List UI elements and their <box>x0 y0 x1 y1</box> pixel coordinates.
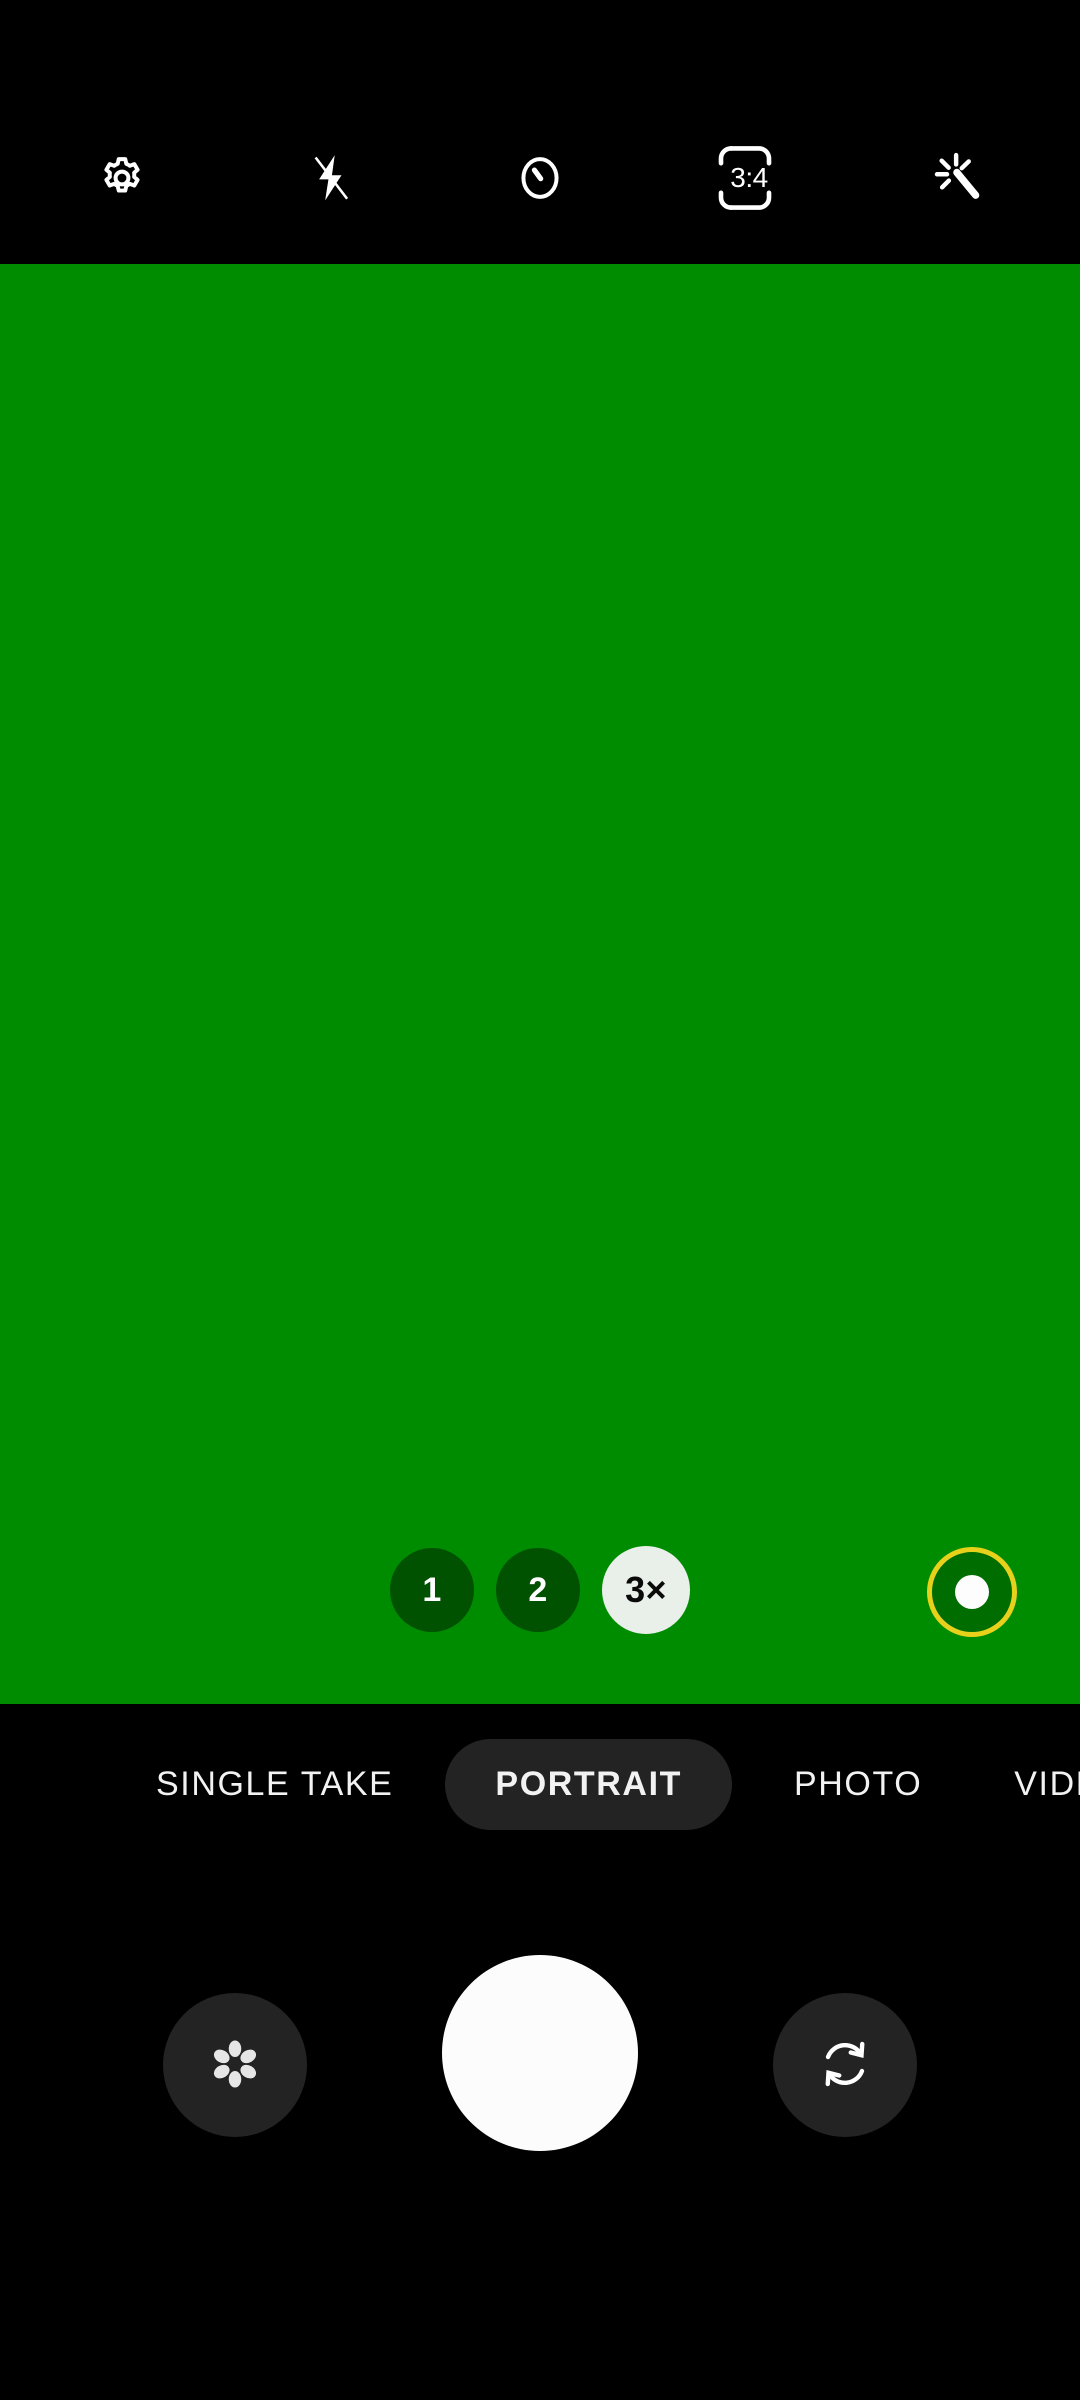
tab-photo[interactable]: PHOTO <box>760 1739 956 1830</box>
camera-mode-tabs: SINGLE TAKE PORTRAIT PHOTO VIDEO <box>0 1704 1080 1864</box>
zoom-chip-label: 2 <box>528 1570 548 1609</box>
timer-button[interactable] <box>492 130 588 226</box>
aspect-ratio-value: 3:4 <box>730 162 768 193</box>
tab-single-take[interactable]: SINGLE TAKE <box>122 1739 427 1830</box>
timer-icon <box>512 150 568 206</box>
settings-button[interactable] <box>74 130 170 226</box>
tab-label: PHOTO <box>794 1764 923 1803</box>
top-toolbar: 3:4 <box>0 0 1080 264</box>
magic-wand-icon <box>930 150 986 206</box>
tab-label: SINGLE TAKE <box>156 1764 394 1803</box>
zoom-chip-label: 1 <box>422 1570 442 1609</box>
aspect-ratio-icon: 3:4 <box>717 142 781 214</box>
flash-off-icon <box>303 150 359 206</box>
camera-flip-button[interactable] <box>773 1993 917 2137</box>
zoom-chip-3x[interactable]: 3× <box>602 1546 690 1634</box>
gallery-button[interactable] <box>163 1993 307 2137</box>
tab-video[interactable]: VIDEO <box>980 1739 1080 1830</box>
zoom-chip-2x[interactable]: 2 <box>496 1548 580 1632</box>
tab-portrait[interactable]: PORTRAIT <box>445 1738 732 1830</box>
tab-label: PORTRAIT <box>495 1764 682 1803</box>
shutter-button[interactable] <box>442 1955 638 2151</box>
camera-flip-icon <box>815 2034 875 2097</box>
bottom-control-bar <box>0 1900 1080 2230</box>
tab-label: VIDEO <box>1014 1764 1080 1803</box>
zoom-chip-1x[interactable]: 1 <box>390 1548 474 1632</box>
camera-viewfinder[interactable]: 1 2 3× <box>0 264 1080 1704</box>
zoom-level-selector: 1 2 3× <box>0 1546 1080 1634</box>
settings-gear-icon <box>94 150 150 206</box>
flower-gallery-icon <box>205 2034 265 2097</box>
focus-ring-icon[interactable] <box>927 1547 1017 1637</box>
focus-ring-dot <box>955 1575 989 1609</box>
flash-button[interactable] <box>283 130 379 226</box>
aspect-ratio-button[interactable]: 3:4 <box>701 130 797 226</box>
zoom-chip-label: 3× <box>625 1569 667 1610</box>
camera-app-screen: 3:4 1 2 3× SINGLE TAKE PORTRAIT PHOTO VI… <box>0 0 1080 2400</box>
filters-button[interactable] <box>910 130 1006 226</box>
